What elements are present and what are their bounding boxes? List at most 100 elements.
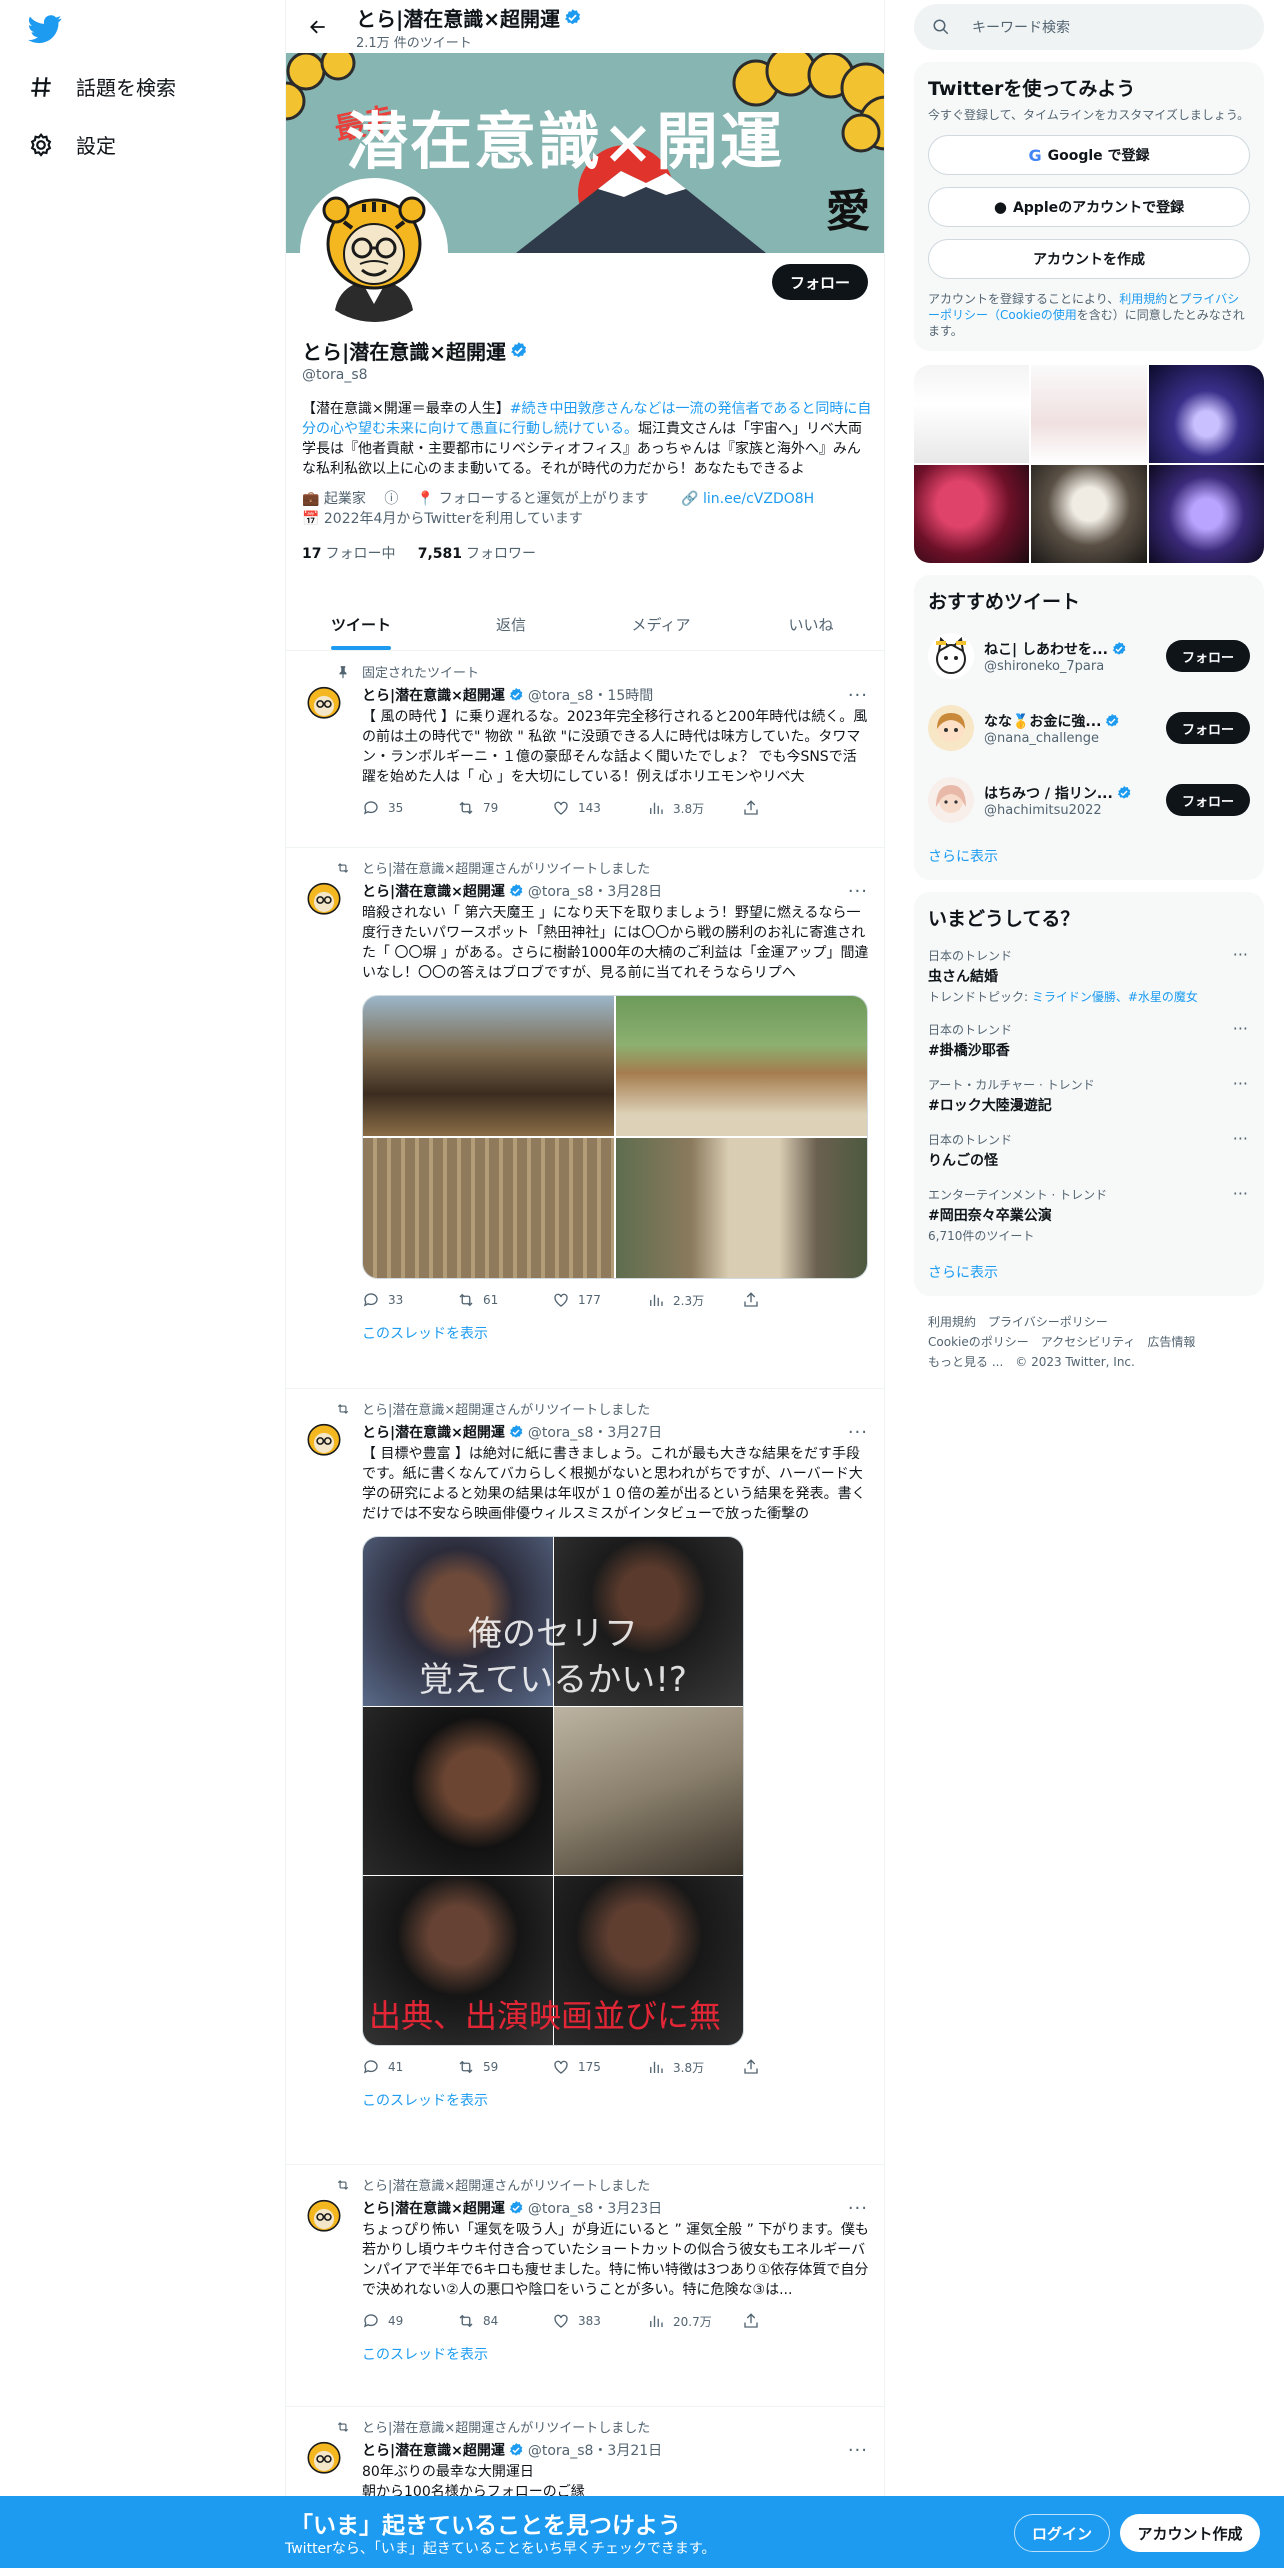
create-account-button[interactable]: アカウントを作成 [928,239,1250,279]
recommended-user[interactable]: ねこ| しあわせを... @shironeko_7para フォロー [928,620,1250,692]
trend-item[interactable]: アート・カルチャー · トレンド #ロック大陸漫遊記 ··· [928,1068,1250,1123]
share-button[interactable] [742,2312,837,2330]
tweet-media-grid[interactable] [362,995,868,1279]
tweet-avatar[interactable] [302,682,346,726]
show-more-link[interactable]: さらに表示 [928,836,1250,872]
tiger-avatar-icon [302,2195,346,2239]
more-icon[interactable]: ··· [1233,945,1248,964]
tweet-header: とら|潜在意識×超開運 @tora_s8・15時間 ··· [362,684,868,706]
trend-item[interactable]: 日本のトレンド りんごの怪 ··· [928,1123,1250,1178]
share-button[interactable] [742,1291,837,1309]
nav-settings[interactable]: 設定 [28,130,116,159]
login-button[interactable]: ログイン [1014,2514,1110,2552]
views-button[interactable]: 3.8万 [647,799,742,817]
reply-button[interactable]: 49 [362,2312,457,2330]
following-count[interactable]: 17 フォロー中 [302,546,395,562]
footer-more[interactable]: もっと見る ... [928,1355,1003,1369]
retweet-button[interactable]: 84 [457,2312,552,2330]
signup-button[interactable]: アカウント作成 [1120,2514,1260,2552]
tweet[interactable]: とら|潜在意識×超開運さんがリツイートしました とら|潜在意識×超開運 @tor… [286,2407,884,2500]
more-icon[interactable]: ··· [848,685,868,706]
media-shrine-roof[interactable] [363,996,614,1136]
media-thumb[interactable] [1148,465,1264,563]
tab-likes[interactable]: いいね [736,598,884,650]
trend-item[interactable]: 日本のトレンド #掛橋沙耶香 ··· [928,1013,1250,1068]
share-button[interactable] [742,799,837,817]
show-thread-link[interactable]: このスレッドを表示 [286,2088,884,2112]
back-button[interactable] [302,11,334,43]
footer-cookie[interactable]: Cookieのポリシー [928,1335,1029,1349]
reply-button[interactable]: 35 [362,799,457,817]
profile-info: とら|潜在意識×超開運 @tora_s8 【潜在意識×開運＝最幸の人生】#続き中… [302,336,872,563]
tab-tweets[interactable]: ツイート [286,598,436,650]
tweet-avatar[interactable] [302,1419,346,1463]
media-wall[interactable] [363,1138,614,1278]
profile-link[interactable]: 🔗 lin.ee/cVZDO8H [681,491,814,507]
tweet-avatar[interactable] [302,878,346,922]
tweet-avatar[interactable] [302,2437,346,2481]
tweet[interactable]: とら|潜在意識×超開運さんがリツイートしました とら|潜在意識×超開運 @tor… [286,848,884,1321]
follow-button[interactable]: フォロー [1165,712,1250,744]
more-icon[interactable]: ··· [848,2198,868,2219]
more-icon[interactable]: ··· [1233,1129,1248,1148]
show-thread-link[interactable]: このスレッドを表示 [286,1321,884,1345]
terms-link[interactable]: 利用規約 [1119,292,1167,306]
footer-accessibility[interactable]: アクセシビリティ [1041,1335,1136,1349]
retweet-button[interactable]: 59 [457,2058,552,2076]
avatar [928,633,974,679]
follow-button[interactable]: フォロー [771,264,868,300]
follow-button[interactable]: フォロー [1165,640,1250,672]
more-icon[interactable]: ··· [1233,1019,1248,1038]
google-signup-button[interactable]: G Google で登録 [928,135,1250,175]
more-icon[interactable]: ··· [848,1422,868,1443]
media-thumb[interactable] [1031,365,1147,463]
views-button[interactable]: 20.7万 [647,2312,742,2330]
media-shrine-front[interactable] [616,996,867,1136]
show-more-link[interactable]: さらに表示 [928,1252,1250,1288]
footer-ads[interactable]: 広告情報 [1147,1335,1195,1349]
more-icon[interactable]: ··· [1233,1074,1248,1093]
tweet[interactable]: とら|潜在意識×超開運さんがリツイートしました とら|潜在意識×超開運 @tor… [286,2165,884,2342]
reply-button[interactable]: 41 [362,2058,457,2076]
apple-signup-button[interactable]: ● Appleのアカウントで登録 [928,187,1250,227]
media-thumb[interactable] [1031,465,1147,563]
share-button[interactable] [742,2058,837,2076]
like-button[interactable]: 383 [552,2312,647,2330]
search-input[interactable]: キーワード検索 [914,4,1264,50]
retweet-button[interactable]: 61 [457,1291,552,1309]
nav-explore[interactable]: 話題を検索 [28,72,176,101]
footer-terms[interactable]: 利用規約 [928,1315,976,1329]
followers-count[interactable]: 7,581 フォロワー [418,546,536,562]
more-icon[interactable]: ··· [848,881,868,902]
media-thumb[interactable] [1148,365,1264,463]
tab-media[interactable]: メディア [586,598,736,650]
recommended-user[interactable]: なな🥇お金に強... @nana_challenge フォロー [928,692,1250,764]
follow-button[interactable]: フォロー [1165,784,1250,816]
reply-button[interactable]: 33 [362,1291,457,1309]
more-icon[interactable]: ··· [1233,1184,1248,1203]
media-sign[interactable] [616,1138,867,1278]
like-button[interactable]: 177 [552,1291,647,1309]
recommended-user[interactable]: はちみつ / 指リン... @hachimitsu2022 フォロー [928,764,1250,836]
tweet[interactable]: 固定されたツイート とら|潜在意識×超開運 @tora_s8・15時間 ··· … [286,652,884,848]
tweet[interactable]: とら|潜在意識×超開運さんがリツイートしました とら|潜在意識×超開運 @tor… [286,1389,884,2088]
trend-item[interactable]: エンターテインメント · トレンド #岡田奈々卒業公演 6,710件のツイート … [928,1178,1250,1252]
tweet-media-collage[interactable]: 俺のセリフ 覚えているかい!? 出典、出演映画並びに無 [362,1536,744,2046]
views-button[interactable]: 3.8万 [647,2058,742,2076]
twitter-logo-icon[interactable] [28,12,62,46]
views-button[interactable]: 2.3万 [647,1291,742,1309]
retweet-button[interactable]: 79 [457,799,552,817]
tweet-avatar[interactable] [302,2195,346,2239]
tab-replies[interactable]: 返信 [436,598,586,650]
profile-avatar[interactable] [300,178,448,326]
footer-privacy[interactable]: プライバシーポリシー [988,1315,1108,1329]
more-icon[interactable]: ··· [848,2440,868,2461]
like-button[interactable]: 175 [552,2058,647,2076]
media-thumb[interactable] [914,365,1030,463]
like-button[interactable]: 143 [552,799,647,817]
share-icon [744,1292,758,1307]
trend-item[interactable]: 日本のトレンド 虫さん結婚 トレンドトピック: ミライドン優勝、#水星の魔女 ·… [928,939,1250,1013]
media-thumb[interactable] [914,465,1030,563]
verified-badge-icon [511,342,527,358]
show-thread-link[interactable]: このスレッドを表示 [286,2342,884,2366]
